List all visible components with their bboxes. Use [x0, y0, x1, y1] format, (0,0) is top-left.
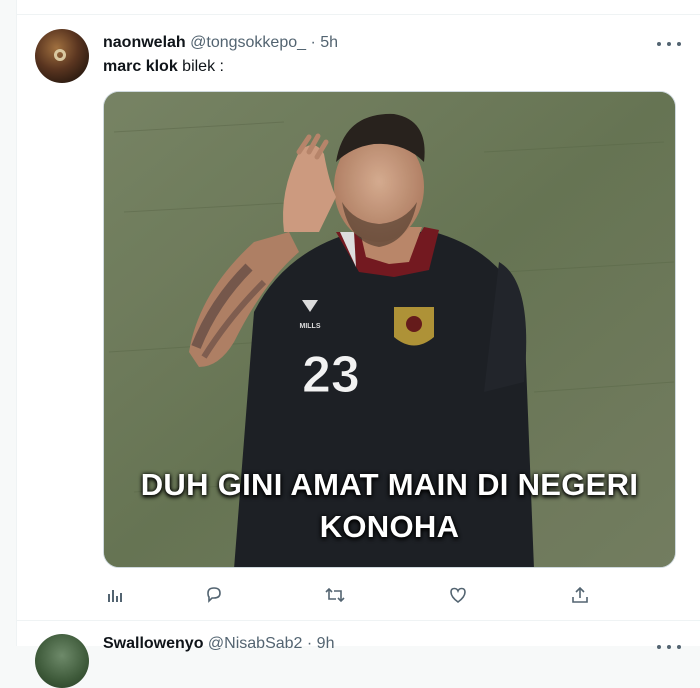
- next-more-options-icon[interactable]: [657, 638, 681, 656]
- tweet-text-bold: marc klok: [103, 58, 178, 75]
- meme-caption: DUH GINI AMAT MAIN DI NEGERI KONOHA: [104, 464, 675, 548]
- meme-caption-line1: DUH GINI AMAT MAIN DI NEGERI: [140, 467, 639, 502]
- timestamp[interactable]: 5h: [320, 34, 338, 51]
- analytics-icon[interactable]: [103, 583, 127, 607]
- tweet-header: naonwelah @tongsokkepo_ · 5h: [103, 33, 338, 53]
- avatar-ring-detail: [54, 49, 66, 61]
- next-timestamp[interactable]: 9h: [317, 635, 335, 652]
- more-options-icon[interactable]: [657, 35, 681, 53]
- tweet[interactable]: naonwelah @tongsokkepo_ · 5h marc klok b…: [17, 14, 700, 621]
- tweet-text-rest: bilek :: [177, 58, 224, 75]
- next-avatar[interactable]: [35, 634, 89, 688]
- next-user-handle[interactable]: @NisabSab2: [208, 635, 303, 652]
- next-separator-dot: ·: [306, 635, 313, 652]
- retweet-icon[interactable]: [323, 583, 347, 607]
- next-tweet-header: Swallowenyo @NisabSab2 · 9h: [103, 634, 334, 654]
- reply-icon[interactable]: [202, 583, 226, 607]
- separator-dot: ·: [310, 34, 316, 51]
- next-display-name[interactable]: Swallowenyo: [103, 635, 203, 652]
- share-icon[interactable]: [568, 583, 592, 607]
- display-name[interactable]: naonwelah: [103, 34, 186, 51]
- like-icon[interactable]: [446, 583, 470, 607]
- tweet-media-image[interactable]: MILLS 23 DUH GINI AMAT MAIN DI NEGERI KO…: [103, 91, 676, 568]
- avatar[interactable]: [35, 29, 89, 83]
- user-handle[interactable]: @tongsokkepo_: [190, 34, 306, 51]
- timeline-feed: naonwelah @tongsokkepo_ · 5h marc klok b…: [16, 0, 700, 688]
- tweet-actions: [103, 583, 603, 607]
- meme-caption-line2: KONOHA: [319, 509, 460, 544]
- tweet-text: marc klok bilek :: [103, 57, 224, 77]
